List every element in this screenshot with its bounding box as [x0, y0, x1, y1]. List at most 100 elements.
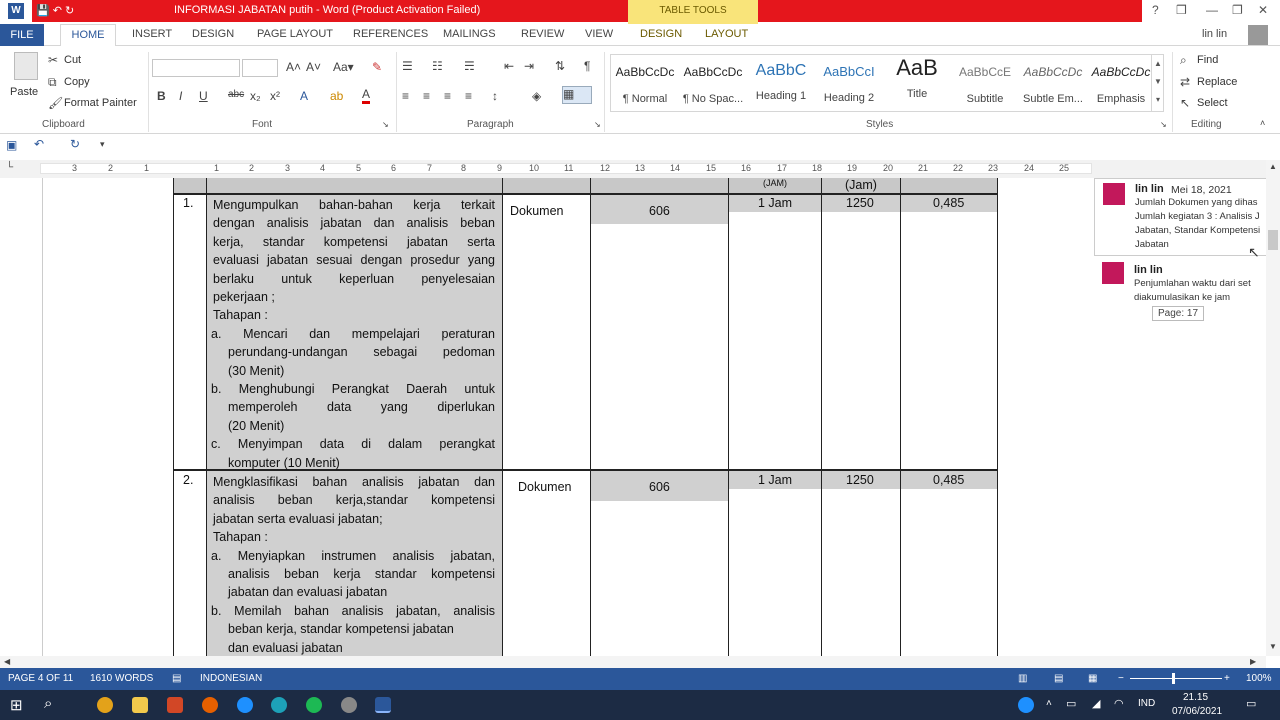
battery-icon[interactable]: ▭ — [1066, 697, 1076, 710]
help-tray-icon[interactable] — [1018, 697, 1034, 713]
customize-qat-icon[interactable]: ▾ — [100, 139, 105, 150]
tab-page-layout[interactable]: PAGE LAYOUT — [257, 28, 333, 40]
tab-view[interactable]: VIEW — [585, 28, 613, 40]
tab-file[interactable]: FILE — [0, 24, 44, 46]
tab-mailings[interactable]: MAILINGS — [443, 28, 496, 40]
tab-home[interactable]: HOME — [60, 24, 116, 47]
language-indicator[interactable]: INDONESIAN — [200, 673, 262, 684]
minimize-icon[interactable]: — — [1206, 3, 1218, 17]
start-icon[interactable]: ⊞ — [10, 696, 23, 714]
web-layout-icon[interactable]: ▦ — [1088, 673, 1097, 684]
highlight-icon[interactable]: ab — [330, 89, 343, 103]
cut-button[interactable]: Cut — [64, 54, 81, 66]
style-title[interactable]: AaB Title — [883, 55, 951, 100]
multilevel-list-icon[interactable]: ☴ — [464, 59, 475, 73]
document-area[interactable]: (JAM) (Jam) 1. Mengumpulkan bahan-bahan … — [0, 178, 1266, 656]
tab-review[interactable]: REVIEW — [521, 28, 564, 40]
style-subtitle[interactable]: AaBbCcE Subtitle — [951, 65, 1019, 105]
horizontal-ruler[interactable]: └ 3 2 1 1 2 3 4 5 6 7 8 9 10 11 12 13 14 15 16 17 18 19 20 21 22… — [0, 160, 1280, 178]
find-button[interactable]: Find — [1197, 54, 1218, 66]
comment-2[interactable]: lin lin Penjumlahan waktu dari set diaku… — [1094, 260, 1266, 310]
increase-indent-icon[interactable]: ⇥ — [524, 59, 534, 73]
font-color-icon[interactable]: A — [362, 87, 371, 104]
tab-table-layout[interactable]: LAYOUT — [705, 28, 748, 40]
copy-icon[interactable]: ⧉ — [48, 75, 57, 90]
tab-references[interactable]: REFERENCES — [353, 28, 428, 40]
collapse-ribbon-icon[interactable]: ˄ — [1260, 118, 1265, 128]
bold-button[interactable]: B — [157, 89, 166, 103]
help-icon[interactable]: ? — [1152, 3, 1159, 17]
sort-icon[interactable]: ⇅ — [555, 59, 565, 73]
shrink-font-icon[interactable]: A˅ — [306, 60, 321, 74]
settings-icon[interactable] — [341, 697, 357, 713]
edge-icon[interactable] — [271, 697, 287, 713]
horizontal-scrollbar[interactable]: ◀ ▶ — [0, 656, 1266, 668]
italic-button[interactable]: I — [179, 89, 182, 103]
select-icon[interactable]: ↖ — [1180, 96, 1190, 110]
justify-icon[interactable]: ≡ — [465, 89, 472, 103]
user-name[interactable]: lin lin — [1202, 28, 1227, 40]
zoom-out-icon[interactable]: − — [1118, 673, 1124, 684]
tray-expand-icon[interactable]: ˄ — [1046, 698, 1052, 709]
search-icon[interactable]: ⌕ — [44, 695, 52, 712]
shading-icon[interactable]: ◈ — [532, 89, 541, 103]
font-dialog-launcher-icon[interactable]: ↘ — [382, 120, 389, 129]
undo-icon[interactable]: ↶ — [34, 137, 44, 151]
proofing-icon[interactable]: ▤ — [172, 673, 181, 684]
style-emphasis[interactable]: AaBbCcDc Emphasis — [1087, 65, 1155, 105]
ribbon-display-icon[interactable]: ❒ — [1176, 3, 1187, 17]
find-icon[interactable]: ⌕ — [1180, 53, 1187, 68]
replace-icon[interactable]: ⇄ — [1180, 75, 1190, 89]
clear-formatting-icon[interactable]: ✎ — [372, 60, 382, 74]
scroll-left-icon[interactable]: ◀ — [4, 657, 10, 666]
input-language[interactable]: IND — [1138, 698, 1155, 709]
select-button[interactable]: Select — [1197, 97, 1228, 109]
style-heading-1[interactable]: AaBbC Heading 1 — [747, 62, 815, 102]
superscript-button[interactable]: x² — [270, 89, 280, 103]
help-app-icon[interactable] — [237, 697, 253, 713]
styles-scroll-icon[interactable]: ▲ ▼ ▾ — [1151, 55, 1164, 111]
comment-1[interactable]: lin lin Mei 18, 2021 Jumlah Dokumen yang… — [1094, 178, 1266, 256]
restore-icon[interactable]: ❐ — [1232, 3, 1243, 17]
replace-button[interactable]: Replace — [1197, 76, 1237, 88]
line-spacing-icon[interactable]: ↕ — [492, 89, 498, 103]
align-right-icon[interactable]: ≡ — [444, 89, 451, 103]
subscript-button[interactable]: x₂ — [250, 89, 261, 103]
tab-design[interactable]: DESIGN — [192, 28, 234, 40]
clock-time[interactable]: 21.15 — [1183, 692, 1208, 703]
scroll-up-icon[interactable]: ▲ — [1269, 162, 1277, 171]
word-count[interactable]: 1610 WORDS — [90, 673, 153, 684]
print-layout-icon[interactable]: ▤ — [1054, 673, 1063, 684]
avatar[interactable] — [1248, 25, 1268, 45]
scroll-right-icon[interactable]: ▶ — [1250, 657, 1256, 666]
format-painter-button[interactable]: Format Painter — [64, 97, 137, 109]
chrome-icon[interactable] — [97, 697, 113, 713]
save-icon[interactable]: ▣ — [6, 138, 17, 152]
style-heading-2[interactable]: AaBbCcI Heading 2 — [815, 64, 883, 104]
decrease-indent-icon[interactable]: ⇤ — [504, 59, 514, 73]
zoom-slider-thumb[interactable] — [1172, 673, 1175, 684]
cut-icon[interactable]: ✂ — [48, 53, 58, 67]
bullets-icon[interactable]: ☰ — [402, 59, 413, 73]
page-indicator[interactable]: PAGE 4 OF 11 — [8, 673, 73, 684]
tab-insert[interactable]: INSERT — [132, 28, 172, 40]
scroll-down-icon[interactable]: ▼ — [1269, 642, 1277, 651]
zoom-level[interactable]: 100% — [1246, 673, 1272, 684]
font-size-input[interactable] — [242, 59, 278, 77]
clock-date[interactable]: 07/06/2021 — [1172, 706, 1222, 717]
close-icon[interactable]: ✕ — [1258, 3, 1268, 17]
zoom-slider[interactable] — [1130, 678, 1222, 679]
scroll-thumb[interactable] — [1268, 230, 1278, 250]
firefox-icon[interactable] — [202, 697, 218, 713]
paragraph-dialog-launcher-icon[interactable]: ↘ — [594, 120, 601, 129]
zoom-in-icon[interactable]: + — [1224, 673, 1230, 684]
paste-button[interactable]: Paste — [10, 86, 38, 98]
font-name-input[interactable] — [152, 59, 240, 77]
borders-icon[interactable]: ▦ — [562, 86, 592, 104]
quick-access-icons[interactable]: 💾 ↶ ↻ — [36, 4, 74, 17]
copy-button[interactable]: Copy — [64, 76, 90, 88]
underline-button[interactable]: U — [199, 89, 208, 103]
grow-font-icon[interactable]: A˄ — [286, 60, 301, 74]
word-app-icon[interactable]: W — [8, 3, 24, 19]
vertical-scrollbar[interactable]: ▲ ▼ — [1266, 160, 1280, 656]
